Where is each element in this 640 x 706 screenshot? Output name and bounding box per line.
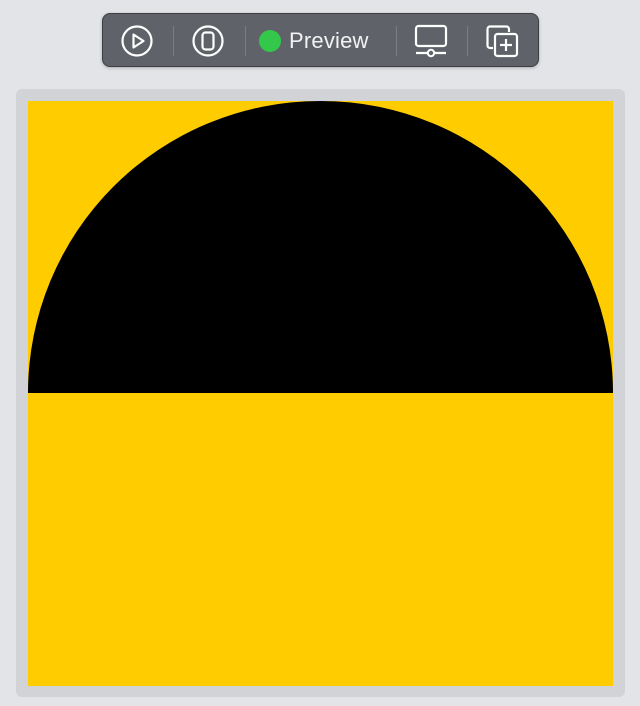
live-preview-button[interactable]	[119, 23, 155, 59]
preview-toggle[interactable]: Preview	[259, 23, 369, 59]
duplicate-preview-button[interactable]	[484, 23, 520, 59]
toolbar-separator	[173, 26, 174, 56]
duplicate-plus-icon	[486, 25, 519, 58]
toolbar-separator	[245, 26, 246, 56]
display-settings-icon	[414, 24, 448, 58]
preview-status-dot	[259, 30, 281, 52]
toolbar-separator	[396, 26, 397, 56]
preview-label: Preview	[289, 28, 369, 53]
preview-canvas	[28, 101, 613, 686]
device-icon	[192, 25, 224, 57]
preview-toolbar: Preview	[102, 13, 539, 67]
display-settings-button[interactable]	[413, 23, 449, 59]
play-circle-icon	[121, 25, 153, 57]
toolbar-separator	[467, 26, 468, 56]
device-button[interactable]	[190, 23, 226, 59]
half-circle-shape	[28, 101, 613, 393]
